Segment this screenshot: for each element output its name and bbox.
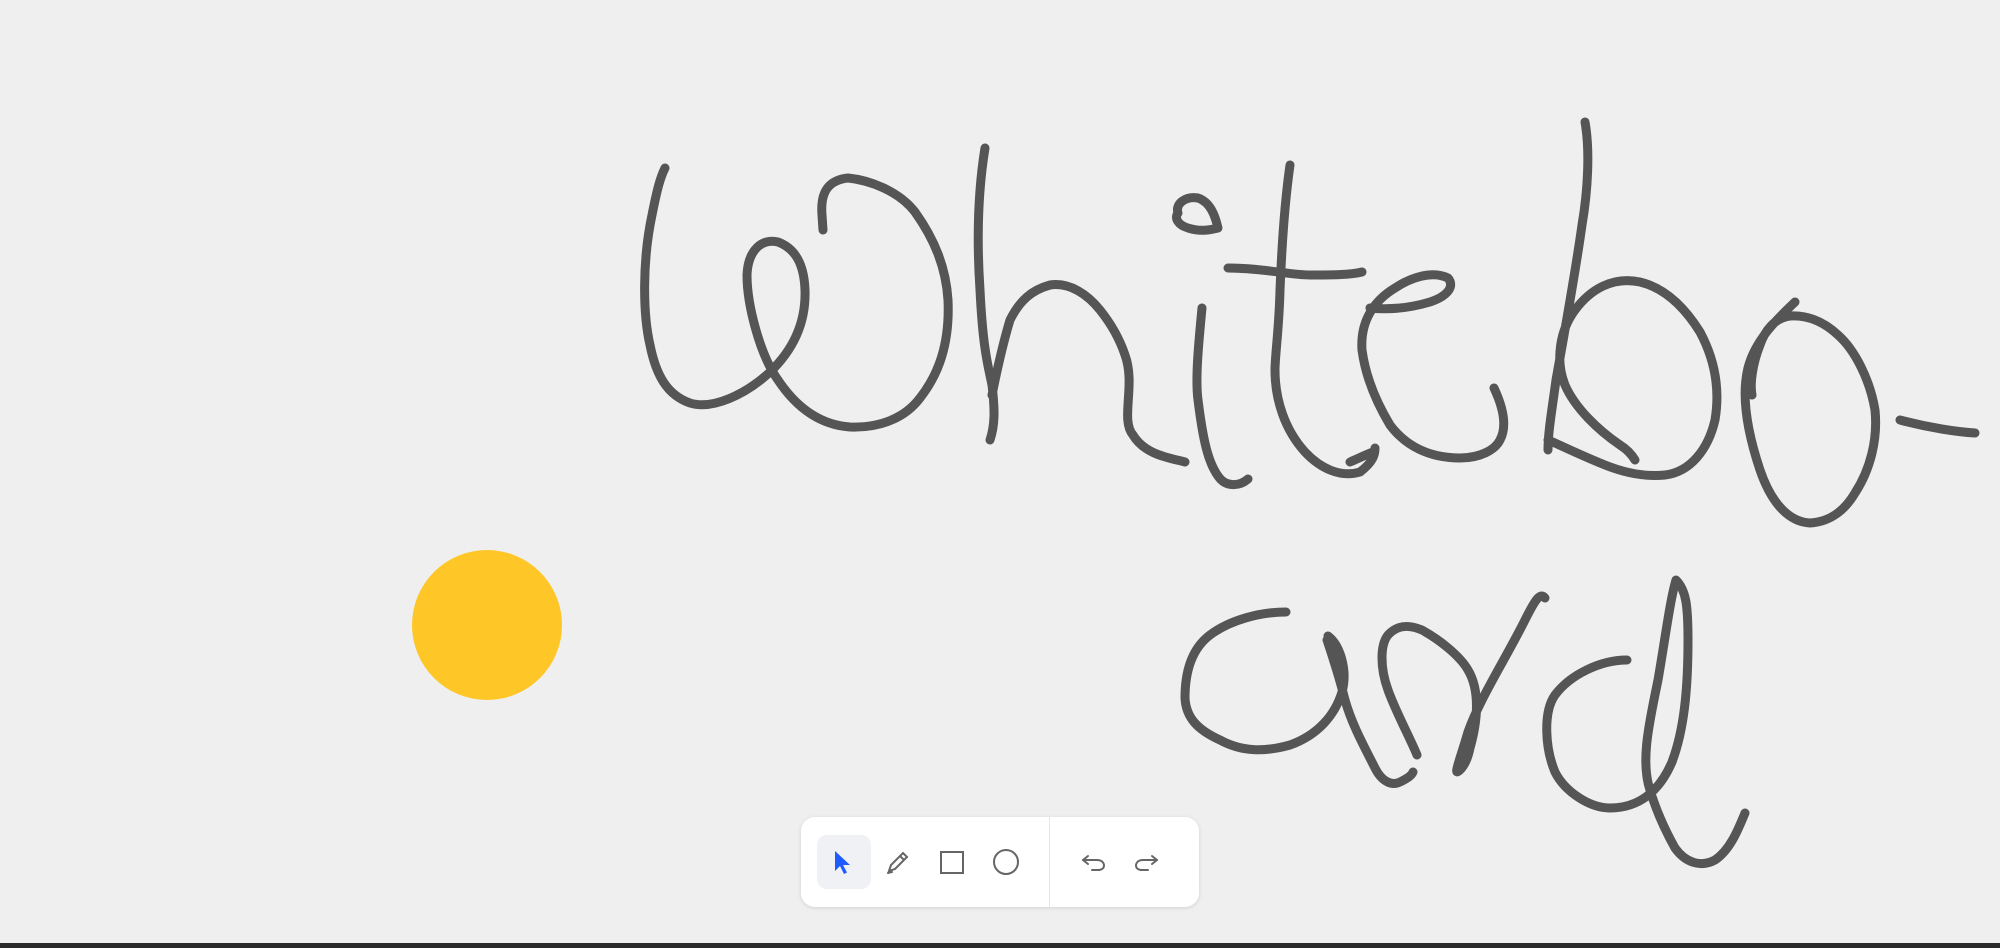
window-bottom-edge bbox=[0, 943, 2000, 948]
tool-group-history bbox=[1050, 817, 1190, 907]
handwriting-strokes[interactable] bbox=[640, 117, 1980, 868]
yellow-circle-shape[interactable] bbox=[412, 550, 562, 700]
stroke-letter-t-stem[interactable] bbox=[1270, 160, 1380, 479]
stroke-letter-o[interactable] bbox=[1740, 297, 1881, 528]
stroke-hyphen[interactable] bbox=[1895, 415, 1980, 438]
stroke-letter-i-dot[interactable] bbox=[1172, 193, 1223, 235]
rectangle-icon bbox=[940, 851, 964, 874]
undo-icon bbox=[1082, 855, 1106, 871]
stroke-letter-t-crossbar[interactable] bbox=[1223, 263, 1367, 280]
stroke-letter-e[interactable] bbox=[1357, 270, 1509, 463]
circle-tool-button[interactable] bbox=[979, 835, 1033, 889]
drawing-toolbar bbox=[801, 817, 1199, 907]
select-tool-button[interactable] bbox=[817, 835, 871, 889]
stroke-letter-b[interactable] bbox=[1543, 117, 1722, 480]
stroke-letter-i-stem[interactable] bbox=[1192, 303, 1253, 490]
undo-button[interactable] bbox=[1066, 835, 1120, 889]
whiteboard-canvas[interactable] bbox=[0, 0, 2000, 943]
drawing-layer[interactable] bbox=[0, 0, 2000, 943]
stroke-letter-h[interactable] bbox=[973, 143, 1190, 467]
redo-icon bbox=[1134, 855, 1158, 871]
stroke-letter-a[interactable] bbox=[1180, 607, 1418, 788]
stroke-letter-w[interactable] bbox=[640, 163, 953, 432]
circle-icon bbox=[993, 849, 1019, 875]
stroke-letter-r[interactable] bbox=[1377, 591, 1550, 777]
select-arrow-icon bbox=[835, 851, 850, 874]
tool-group-drawing bbox=[801, 817, 1049, 907]
rectangle-tool-button[interactable] bbox=[925, 835, 979, 889]
redo-button[interactable] bbox=[1120, 835, 1174, 889]
pencil-tool-button[interactable] bbox=[871, 835, 925, 889]
stroke-letter-d[interactable] bbox=[1542, 575, 1750, 868]
pencil-icon bbox=[887, 851, 909, 874]
